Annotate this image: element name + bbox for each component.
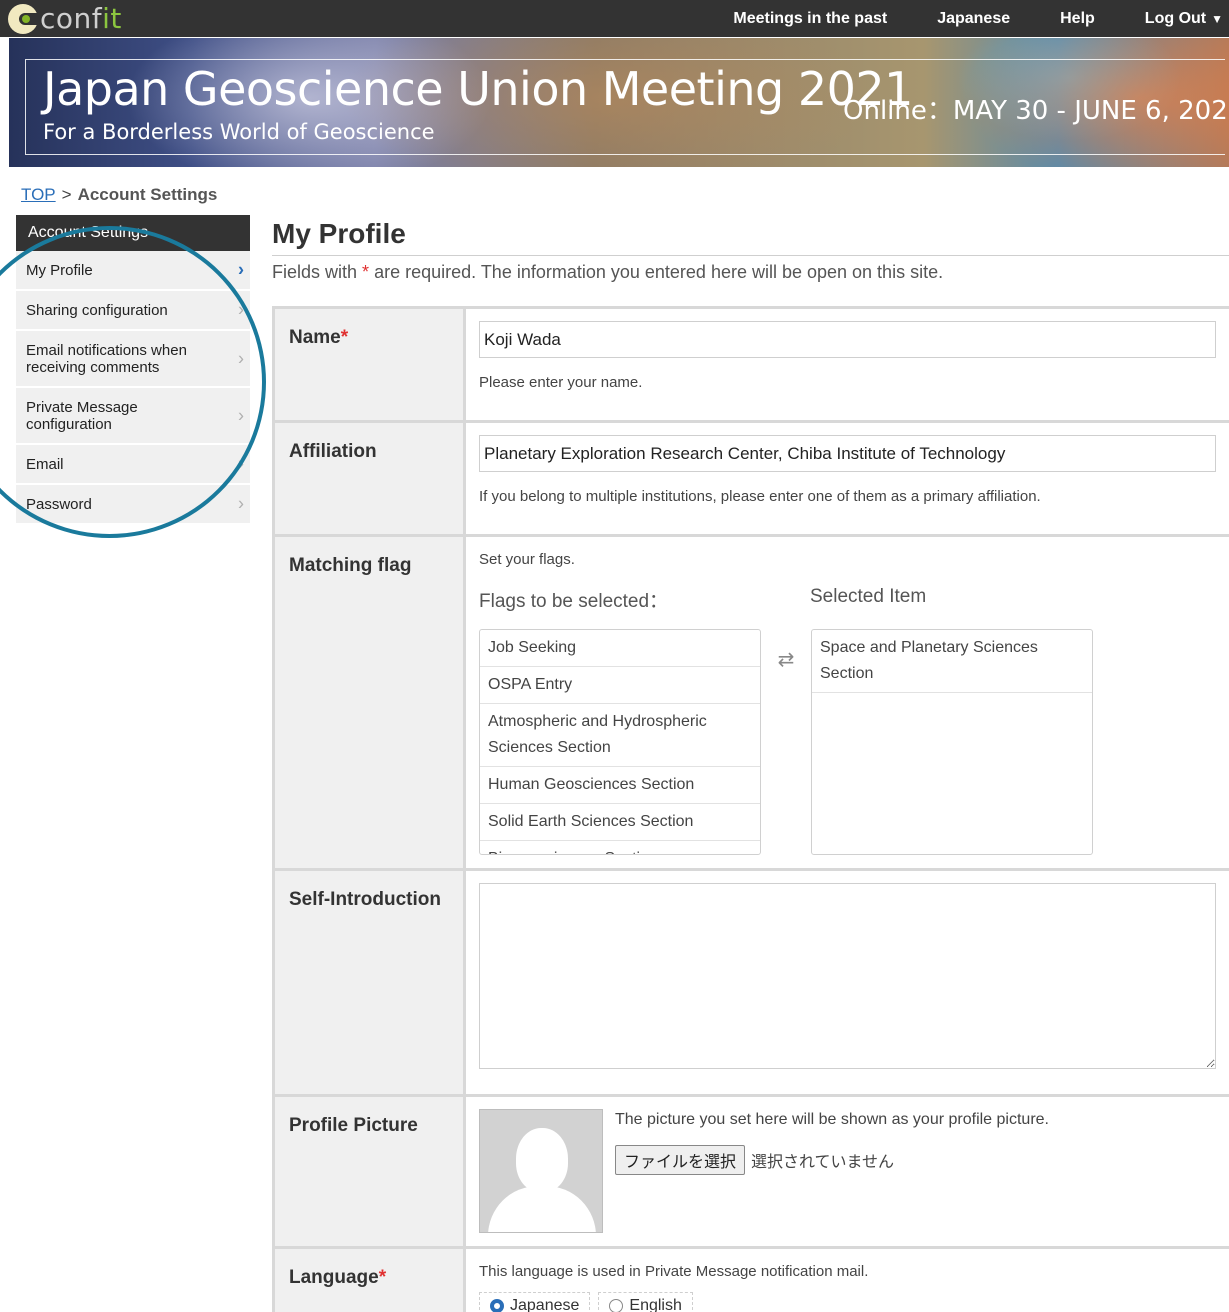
name-field-cell: Please enter your name.	[466, 309, 1229, 420]
nav-help[interactable]: Help	[1060, 10, 1095, 28]
required-star: *	[378, 1267, 387, 1288]
logo-text: confit	[40, 2, 122, 35]
sidebar-item-email[interactable]: Email ›	[16, 445, 250, 485]
sidebar-item-password[interactable]: Password ›	[16, 485, 250, 525]
flags-headings: Flags to be selected： Selected Item	[479, 586, 1216, 613]
breadcrumb-separator: >	[61, 185, 72, 204]
selected-flags-heading: Selected Item	[810, 586, 927, 607]
picture-controls: The picture you set here will be shown a…	[615, 1109, 1049, 1233]
list-item[interactable]: Biogeosciences Section	[480, 841, 760, 854]
matching-note: Set your flags.	[479, 551, 575, 568]
title-divider	[272, 255, 1229, 256]
affiliation-input[interactable]	[479, 435, 1216, 472]
swap-arrows-icon: ⇄	[777, 649, 795, 671]
nav-meetings-past[interactable]: Meetings in the past	[733, 10, 887, 28]
list-item[interactable]: Space and Planetary Sciences Section	[812, 630, 1092, 693]
list-item[interactable]: Human Geosciences Section	[480, 767, 760, 804]
language-note: This language is used in Private Message…	[479, 1263, 869, 1280]
row-affiliation: Affiliation If you belong to multiple in…	[272, 423, 1229, 537]
matching-field-cell: Set your flags. Flags to be selected： Se…	[466, 537, 1229, 868]
sidebar-heading: Account Settings	[16, 215, 250, 251]
sidebar-item-private-message[interactable]: Private Message configuration ›	[16, 388, 250, 445]
chevron-right-icon: ›	[238, 493, 244, 514]
top-bar: confit Meetings in the past Japanese Hel…	[0, 0, 1229, 37]
sidebar-item-my-profile[interactable]: My Profile ›	[16, 251, 250, 291]
row-matching-flag: Matching flag Set your flags. Flags to b…	[272, 537, 1229, 871]
chevron-right-icon: ›	[238, 453, 244, 474]
nav-japanese[interactable]: Japanese	[937, 10, 1010, 28]
sidebar-item-sharing[interactable]: Sharing configuration ›	[16, 291, 250, 331]
profile-picture-label: Profile Picture	[272, 1097, 466, 1246]
avatar-placeholder-icon	[479, 1109, 603, 1233]
selected-flags-list[interactable]: Space and Planetary Sciences Section	[811, 629, 1093, 855]
account-sidebar: Account Settings My Profile › Sharing co…	[16, 215, 250, 525]
name-label: Name*	[272, 309, 466, 420]
choose-file-button[interactable]: ファイルを選択	[615, 1145, 746, 1175]
self-introduction-label: Self-Introduction	[272, 871, 466, 1094]
banner-dates: Online：MAY 30 - JUNE 6, 2021	[843, 96, 1229, 126]
self-introduction-textarea[interactable]	[479, 883, 1216, 1069]
language-label: Language*	[272, 1249, 466, 1312]
available-flags-list[interactable]: Job Seeking OSPA Entry Atmospheric and H…	[479, 629, 761, 855]
confit-logo[interactable]: confit	[8, 2, 122, 35]
list-item[interactable]: Atmospheric and Hydrospheric Sciences Se…	[480, 704, 760, 767]
sidebar-item-label: Sharing configuration	[26, 301, 168, 319]
available-flags-heading: Flags to be selected：	[479, 591, 669, 612]
banner-title: Japan Geoscience Union Meeting 2021	[43, 62, 913, 116]
sidebar-item-email-notifications[interactable]: Email notifications when receiving comme…	[16, 331, 250, 388]
intro-text-a: Fields with	[272, 262, 358, 282]
row-self-introduction: Self-Introduction	[272, 871, 1229, 1097]
sidebar-item-label: My Profile	[26, 261, 93, 279]
row-language: Language* This language is used in Priva…	[272, 1249, 1229, 1312]
row-name: Name* Please enter your name.	[272, 309, 1229, 423]
sidebar-item-label: Email notifications when receiving comme…	[26, 341, 187, 376]
profile-picture-cell: The picture you set here will be shown a…	[466, 1097, 1229, 1246]
row-profile-picture: Profile Picture The picture you set here…	[272, 1097, 1229, 1249]
name-input[interactable]	[479, 321, 1216, 358]
file-chooser: ファイルを選択 選択されていません	[615, 1145, 1049, 1175]
breadcrumb-current: Account Settings	[77, 185, 218, 204]
self-introduction-cell	[466, 871, 1229, 1094]
required-star: *	[362, 262, 370, 282]
radio-japanese[interactable]: Japanese	[479, 1292, 591, 1312]
affiliation-label: Affiliation	[272, 423, 466, 534]
affiliation-help: If you belong to multiple institutions, …	[479, 488, 1041, 505]
required-fields-note: Fields with * are required. The informat…	[272, 262, 943, 283]
chevron-right-icon: ›	[238, 348, 244, 368]
sidebar-item-label: Password	[26, 495, 92, 513]
list-item[interactable]: Job Seeking	[480, 630, 760, 667]
flags-picker: Job Seeking OSPA Entry Atmospheric and H…	[479, 629, 1216, 855]
chevron-right-icon: ›	[238, 259, 244, 280]
caret-down-icon: ▼	[1211, 11, 1223, 26]
matching-flag-label: Matching flag	[272, 537, 466, 868]
chevron-right-icon: ›	[238, 405, 244, 425]
sidebar-item-label: Private Message configuration	[26, 398, 138, 433]
list-item[interactable]: Solid Earth Sciences Section	[480, 804, 760, 841]
radio-selected-icon	[490, 1299, 504, 1312]
breadcrumb-top-link[interactable]: TOP	[21, 185, 56, 204]
profile-form: Name* Please enter your name. Affiliatio…	[272, 306, 1229, 1312]
name-help: Please enter your name.	[479, 374, 643, 391]
logo-mark-icon	[8, 3, 38, 34]
top-nav: Meetings in the past Japanese Help Log O…	[733, 0, 1223, 37]
page-title: My Profile	[272, 218, 406, 249]
language-radios: Japanese English	[479, 1292, 1216, 1312]
meeting-banner: Japan Geoscience Union Meeting 2021 For …	[9, 38, 1229, 167]
file-status: 選択されていません	[751, 1152, 895, 1171]
picture-wrap: The picture you set here will be shown a…	[479, 1109, 1216, 1233]
banner-subtitle: For a Borderless World of Geoscience	[43, 120, 435, 144]
radio-english[interactable]: English	[598, 1292, 693, 1312]
logout-label: Log Out	[1144, 9, 1207, 27]
affiliation-field-cell: If you belong to multiple institutions, …	[466, 423, 1229, 534]
required-star: *	[340, 327, 349, 348]
sidebar-item-label: Email	[26, 455, 64, 473]
chevron-right-icon: ›	[238, 299, 244, 320]
picture-note: The picture you set here will be shown a…	[615, 1111, 1049, 1128]
breadcrumb: TOP > Account Settings	[21, 185, 217, 205]
intro-text-b: are required. The information you entere…	[374, 262, 944, 282]
language-cell: This language is used in Private Message…	[466, 1249, 1229, 1312]
radio-unselected-icon	[609, 1299, 624, 1312]
list-item[interactable]: OSPA Entry	[480, 667, 760, 704]
nav-logout[interactable]: Log Out ▼	[1145, 10, 1223, 28]
